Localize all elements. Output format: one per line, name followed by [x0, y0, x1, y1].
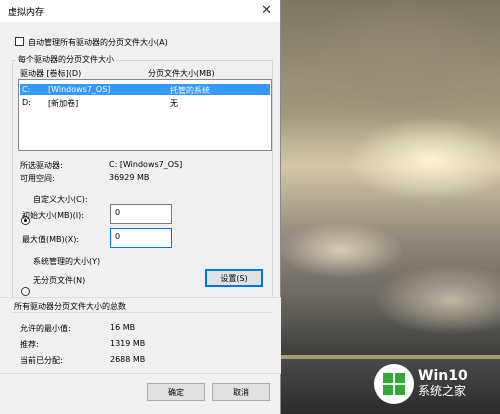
- current-allocated-value: 2688 MB: [110, 355, 146, 364]
- recommended-label: 推荐:: [20, 340, 39, 349]
- cancel-button[interactable]: 取消: [212, 383, 270, 401]
- recommended-value: 1319 MB: [110, 339, 146, 348]
- virtual-memory-dialog: 虚拟内存 ✕ 自动管理所有驱动器的分页文件大小(A) 每个驱动器的分页文件大小 …: [0, 0, 281, 414]
- max-size-label: 最大值(MB)(X):: [22, 235, 80, 244]
- drive-label: [新加卷]: [48, 99, 79, 108]
- drive-label: [Windows7_OS]: [48, 85, 111, 94]
- close-icon[interactable]: ✕: [261, 3, 272, 18]
- drive-letter: D:: [22, 98, 31, 107]
- no-pagefile-label[interactable]: 无分页文件(N): [33, 275, 85, 286]
- watermark: Win10 系统之家: [374, 360, 498, 408]
- drive-size: 托管的系统: [170, 86, 210, 95]
- drive-row-c[interactable]: C: [Windows7_OS] 托管的系统: [20, 84, 270, 95]
- min-allowed-label: 允许的最小值:: [20, 324, 71, 333]
- free-space-value: 36929 MB: [109, 173, 150, 182]
- max-size-input[interactable]: 0: [110, 228, 172, 248]
- selected-drive-value: C: [Windows7_OS]: [109, 160, 183, 169]
- system-managed-label[interactable]: 系统管理的大小(Y): [33, 256, 100, 267]
- current-allocated-label: 当前已分配:: [20, 356, 63, 365]
- separator: [12, 312, 273, 313]
- system-managed-radio[interactable]: [21, 287, 30, 296]
- set-button[interactable]: 设置(S): [205, 269, 263, 287]
- ok-button[interactable]: 确定: [147, 383, 205, 401]
- drive-size: 无: [170, 99, 178, 108]
- separator: [0, 297, 281, 298]
- drive-list[interactable]: C: [Windows7_OS] 托管的系统 D: [新加卷] 无: [18, 79, 272, 151]
- title-bar: 虚拟内存 ✕: [0, 0, 280, 22]
- windows-logo-icon: [374, 364, 414, 404]
- selected-drive-label: 所选驱动器:: [20, 161, 63, 170]
- desktop-wallpaper: [281, 0, 500, 414]
- initial-size-input[interactable]: 0: [110, 204, 172, 224]
- free-space-label: 可用空间:: [20, 174, 55, 183]
- auto-manage-checkbox[interactable]: [15, 37, 24, 46]
- dialog-title: 虚拟内存: [8, 8, 45, 18]
- auto-manage-label[interactable]: 自动管理所有驱动器的分页文件大小(A): [28, 37, 168, 48]
- column-pagefile-size: 分页文件大小(MB): [148, 69, 215, 78]
- drive-row-d[interactable]: D: [新加卷] 无: [20, 97, 270, 108]
- min-allowed-value: 16 MB: [110, 323, 136, 332]
- per-drive-group-title: 每个驱动器的分页文件大小: [16, 54, 116, 65]
- watermark-line1: Win10: [418, 368, 468, 384]
- watermark-line2: 系统之家: [418, 384, 467, 398]
- custom-size-label[interactable]: 自定义大小(C):: [33, 194, 88, 205]
- initial-size-label: 初始大小(MB)(I):: [22, 211, 84, 220]
- column-drive: 驱动器 [卷标](D): [20, 69, 82, 78]
- drive-letter: C:: [22, 85, 31, 94]
- totals-group-title: 所有驱动器分页文件大小的总数: [14, 302, 126, 311]
- separator: [0, 373, 281, 374]
